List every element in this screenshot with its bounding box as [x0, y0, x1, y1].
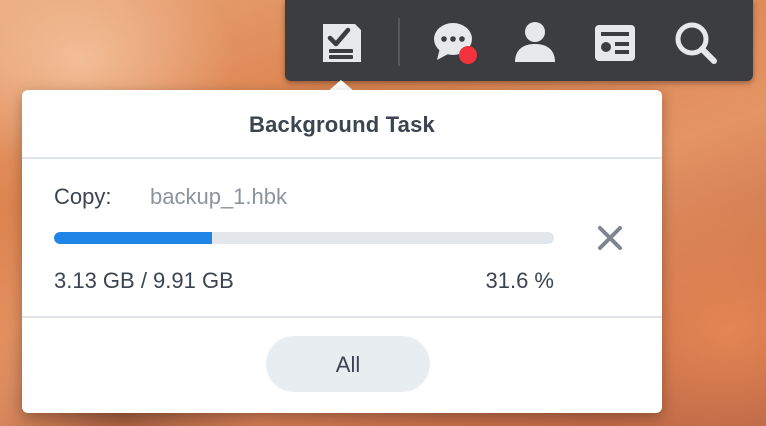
background-task-popup: Background Task Copy: backup_1.hbk 3.13 …: [22, 90, 662, 413]
taskbar: [285, 0, 753, 81]
progress-bar: [54, 232, 554, 244]
cancel-task-button[interactable]: [594, 222, 626, 254]
all-tasks-button[interactable]: All: [266, 336, 430, 392]
popup-title: Background Task: [249, 112, 435, 137]
close-icon: [598, 226, 622, 250]
search-button[interactable]: [671, 18, 719, 66]
user-icon: [515, 22, 555, 62]
progress-bar-fill: [54, 232, 212, 244]
search-icon: [675, 22, 717, 64]
task-filename: backup_1.hbk: [150, 184, 287, 209]
notification-badge: [459, 46, 477, 64]
divider: [22, 157, 662, 159]
transfer-size: 3.13 GB / 9.91 GB: [54, 268, 234, 293]
task-action-label: Copy:: [54, 184, 112, 209]
progress-percent: 31.6 %: [485, 268, 555, 293]
widgets-button[interactable]: [591, 18, 639, 66]
background-task-button[interactable]: [317, 18, 365, 66]
notification-chat-icon: [434, 23, 477, 64]
user-button[interactable]: [511, 18, 559, 66]
divider: [22, 316, 662, 318]
taskbar-divider: [398, 18, 400, 66]
notifications-button[interactable]: [431, 18, 479, 66]
background-task-icon: [323, 24, 361, 62]
widgets-icon: [595, 25, 635, 61]
